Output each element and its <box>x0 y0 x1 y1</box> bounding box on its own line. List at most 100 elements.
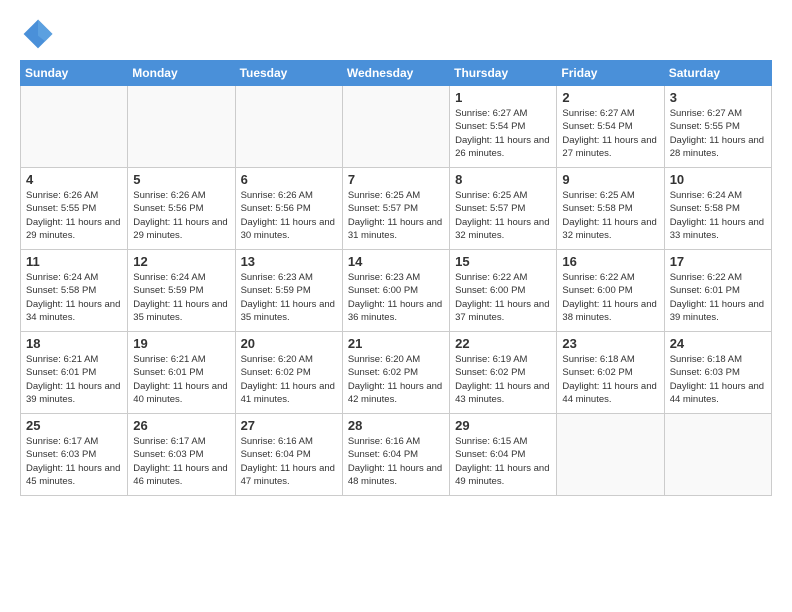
page: SundayMondayTuesdayWednesdayThursdayFrid… <box>0 0 792 506</box>
day-info: Sunrise: 6:25 AM Sunset: 5:57 PM Dayligh… <box>455 189 551 242</box>
day-number: 18 <box>26 336 122 351</box>
day-number: 1 <box>455 90 551 105</box>
day-info: Sunrise: 6:22 AM Sunset: 6:00 PM Dayligh… <box>562 271 658 324</box>
calendar-cell: 18 Sunrise: 6:21 AM Sunset: 6:01 PM Dayli… <box>21 332 128 414</box>
calendar-cell: 15Sunrise: 6:22 AM Sunset: 6:00 PM Dayli… <box>450 250 557 332</box>
day-number: 19 <box>133 336 229 351</box>
day-info: Sunrise: 6:16 AM Sunset: 6:04 PM Dayligh… <box>241 435 337 488</box>
weekday-header: Thursday <box>450 61 557 86</box>
weekday-header: Monday <box>128 61 235 86</box>
calendar-cell: 5 Sunrise: 6:26 AM Sunset: 5:56 PM Daylig… <box>128 168 235 250</box>
day-info: Sunrise: 6:21 AM Sunset: 6:01 PM Dayligh… <box>26 353 122 406</box>
day-number: 8 <box>455 172 551 187</box>
day-info: Sunrise: 6:26 AM Sunset: 5:56 PM Dayligh… <box>133 189 229 242</box>
day-number: 13 <box>241 254 337 269</box>
day-info: Sunrise: 6:25 AM Sunset: 5:57 PM Dayligh… <box>348 189 444 242</box>
calendar-cell: 2 Sunrise: 6:27 AM Sunset: 5:54 PM Daylig… <box>557 86 664 168</box>
day-number: 24 <box>670 336 766 351</box>
day-info: Sunrise: 6:24 AM Sunset: 5:58 PM Dayligh… <box>670 189 766 242</box>
day-number: 29 <box>455 418 551 433</box>
calendar-cell: 10 Sunrise: 6:24 AM Sunset: 5:58 PM Dayli… <box>664 168 771 250</box>
calendar-cell: 20 Sunrise: 6:20 AM Sunset: 6:02 PM Dayli… <box>235 332 342 414</box>
calendar-cell: 22 Sunrise: 6:19 AM Sunset: 6:02 PM Dayli… <box>450 332 557 414</box>
calendar-cell: 6 Sunrise: 6:26 AM Sunset: 5:56 PM Daylig… <box>235 168 342 250</box>
day-number: 23 <box>562 336 658 351</box>
calendar-cell: 29 Sunrise: 6:15 AM Sunset: 6:04 PM Dayli… <box>450 414 557 496</box>
calendar-cell: 25 Sunrise: 6:17 AM Sunset: 6:03 PM Dayli… <box>21 414 128 496</box>
day-number: 27 <box>241 418 337 433</box>
calendar-table: SundayMondayTuesdayWednesdayThursdayFrid… <box>20 60 772 496</box>
day-info: Sunrise: 6:27 AM Sunset: 5:54 PM Dayligh… <box>562 107 658 160</box>
day-number: 28 <box>348 418 444 433</box>
day-number: 14 <box>348 254 444 269</box>
calendar-cell <box>664 414 771 496</box>
day-info: Sunrise: 6:24 AM Sunset: 5:58 PM Dayligh… <box>26 271 122 324</box>
day-number: 6 <box>241 172 337 187</box>
day-number: 10 <box>670 172 766 187</box>
calendar-cell: 4 Sunrise: 6:26 AM Sunset: 5:55 PM Daylig… <box>21 168 128 250</box>
day-info: Sunrise: 6:15 AM Sunset: 6:04 PM Dayligh… <box>455 435 551 488</box>
day-info: Sunrise: 6:21 AM Sunset: 6:01 PM Dayligh… <box>133 353 229 406</box>
calendar-cell <box>128 86 235 168</box>
day-info: Sunrise: 6:27 AM Sunset: 5:54 PM Dayligh… <box>455 107 551 160</box>
calendar-week-row: 1 Sunrise: 6:27 AM Sunset: 5:54 PM Daylig… <box>21 86 772 168</box>
calendar-cell: 11 Sunrise: 6:24 AM Sunset: 5:58 PM Dayli… <box>21 250 128 332</box>
calendar-week-row: 18 Sunrise: 6:21 AM Sunset: 6:01 PM Dayli… <box>21 332 772 414</box>
day-number: 21 <box>348 336 444 351</box>
day-info: Sunrise: 6:20 AM Sunset: 6:02 PM Dayligh… <box>348 353 444 406</box>
day-number: 7 <box>348 172 444 187</box>
day-info: Sunrise: 6:18 AM Sunset: 6:02 PM Dayligh… <box>562 353 658 406</box>
calendar-cell: 27 Sunrise: 6:16 AM Sunset: 6:04 PM Dayli… <box>235 414 342 496</box>
calendar-cell: 21 Sunrise: 6:20 AM Sunset: 6:02 PM Dayli… <box>342 332 449 414</box>
day-info: Sunrise: 6:26 AM Sunset: 5:55 PM Dayligh… <box>26 189 122 242</box>
day-number: 25 <box>26 418 122 433</box>
calendar-cell: 14Sunrise: 6:23 AM Sunset: 6:00 PM Dayli… <box>342 250 449 332</box>
calendar-cell: 23 Sunrise: 6:18 AM Sunset: 6:02 PM Dayli… <box>557 332 664 414</box>
weekday-header: Friday <box>557 61 664 86</box>
day-number: 3 <box>670 90 766 105</box>
day-number: 11 <box>26 254 122 269</box>
calendar-cell <box>342 86 449 168</box>
day-info: Sunrise: 6:19 AM Sunset: 6:02 PM Dayligh… <box>455 353 551 406</box>
day-info: Sunrise: 6:18 AM Sunset: 6:03 PM Dayligh… <box>670 353 766 406</box>
calendar-cell <box>557 414 664 496</box>
day-number: 17 <box>670 254 766 269</box>
calendar-cell <box>21 86 128 168</box>
calendar-cell <box>235 86 342 168</box>
calendar-cell: 16 Sunrise: 6:22 AM Sunset: 6:00 PM Dayli… <box>557 250 664 332</box>
day-number: 2 <box>562 90 658 105</box>
logo-icon <box>20 16 56 52</box>
day-info: Sunrise: 6:20 AM Sunset: 6:02 PM Dayligh… <box>241 353 337 406</box>
calendar-cell: 13 Sunrise: 6:23 AM Sunset: 5:59 PM Dayli… <box>235 250 342 332</box>
calendar-cell: 3 Sunrise: 6:27 AM Sunset: 5:55 PM Daylig… <box>664 86 771 168</box>
day-number: 9 <box>562 172 658 187</box>
day-number: 4 <box>26 172 122 187</box>
weekday-header-row: SundayMondayTuesdayWednesdayThursdayFrid… <box>21 61 772 86</box>
calendar-cell: 17 Sunrise: 6:22 AM Sunset: 6:01 PM Dayli… <box>664 250 771 332</box>
day-number: 5 <box>133 172 229 187</box>
calendar-week-row: 11 Sunrise: 6:24 AM Sunset: 5:58 PM Dayli… <box>21 250 772 332</box>
calendar-cell: 1 Sunrise: 6:27 AM Sunset: 5:54 PM Daylig… <box>450 86 557 168</box>
calendar-cell: 8 Sunrise: 6:25 AM Sunset: 5:57 PM Daylig… <box>450 168 557 250</box>
day-info: Sunrise: 6:23 AM Sunset: 5:59 PM Dayligh… <box>241 271 337 324</box>
day-info: Sunrise: 6:26 AM Sunset: 5:56 PM Dayligh… <box>241 189 337 242</box>
calendar-cell: 24 Sunrise: 6:18 AM Sunset: 6:03 PM Dayli… <box>664 332 771 414</box>
day-number: 12 <box>133 254 229 269</box>
day-number: 22 <box>455 336 551 351</box>
calendar-cell: 26Sunrise: 6:17 AM Sunset: 6:03 PM Dayli… <box>128 414 235 496</box>
day-info: Sunrise: 6:24 AM Sunset: 5:59 PM Dayligh… <box>133 271 229 324</box>
day-number: 20 <box>241 336 337 351</box>
calendar-cell: 9Sunrise: 6:25 AM Sunset: 5:58 PM Daylig… <box>557 168 664 250</box>
day-number: 16 <box>562 254 658 269</box>
day-info: Sunrise: 6:17 AM Sunset: 6:03 PM Dayligh… <box>26 435 122 488</box>
weekday-header: Saturday <box>664 61 771 86</box>
day-info: Sunrise: 6:27 AM Sunset: 5:55 PM Dayligh… <box>670 107 766 160</box>
weekday-header: Wednesday <box>342 61 449 86</box>
day-info: Sunrise: 6:22 AM Sunset: 6:01 PM Dayligh… <box>670 271 766 324</box>
day-info: Sunrise: 6:22 AM Sunset: 6:00 PM Dayligh… <box>455 271 551 324</box>
weekday-header: Sunday <box>21 61 128 86</box>
calendar-week-row: 4 Sunrise: 6:26 AM Sunset: 5:55 PM Daylig… <box>21 168 772 250</box>
calendar-cell: 7 Sunrise: 6:25 AM Sunset: 5:57 PM Daylig… <box>342 168 449 250</box>
weekday-header: Tuesday <box>235 61 342 86</box>
day-number: 26 <box>133 418 229 433</box>
